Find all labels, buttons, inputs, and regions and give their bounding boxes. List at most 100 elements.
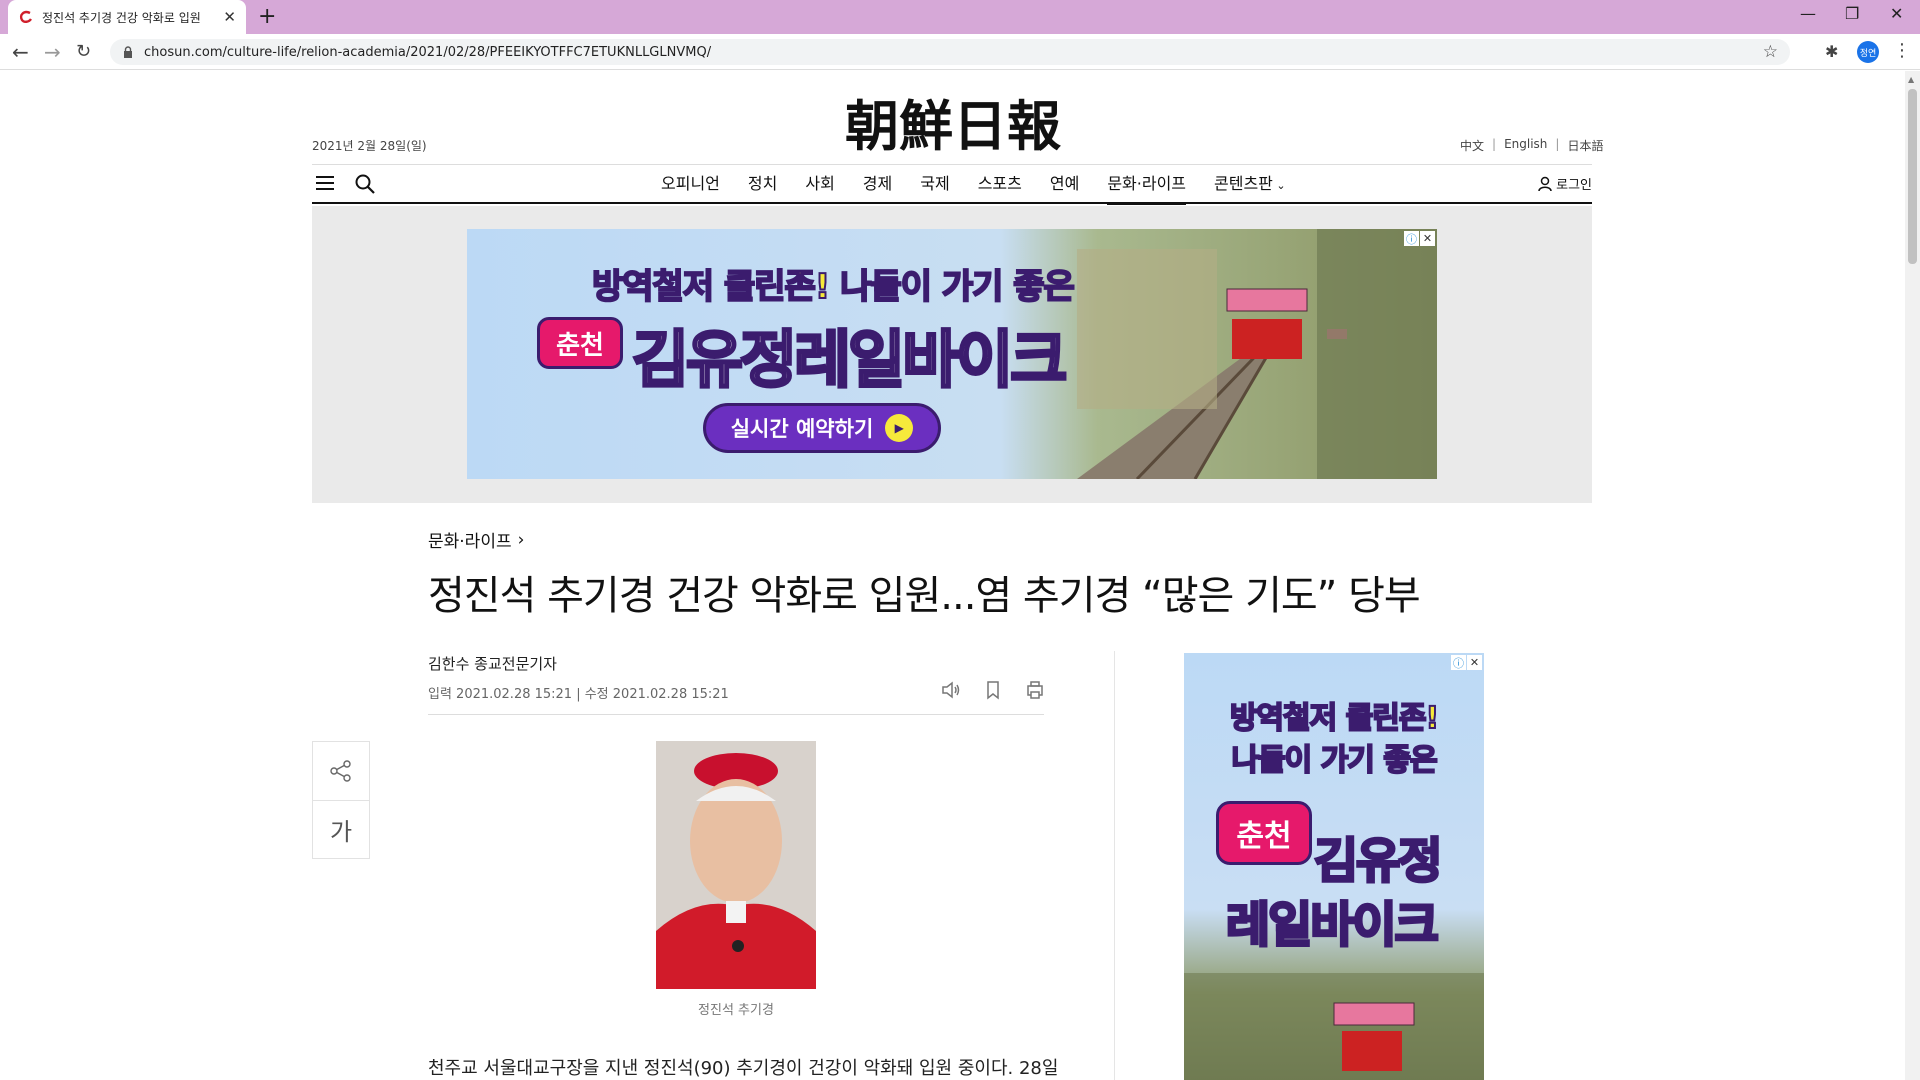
- article-body-paragraph: 천주교 서울대교구장을 지낸 정진석(90) 추기경이 건강이 악화돼 입원 중…: [428, 1058, 1059, 1079]
- share-icon: [330, 760, 351, 782]
- ad-railbike-image: [1077, 229, 1437, 479]
- chosun-ilbo-logo[interactable]: 朝鮮日報: [812, 91, 1094, 161]
- right-side-ad[interactable]: 방역철저 클린존! 나들이 가기 좋은 춘천 김유정 레일바이크 ⓘ ✕: [1184, 653, 1484, 1080]
- ad-city-badge: 춘천: [537, 317, 623, 369]
- ad-controls: ⓘ ✕: [1451, 655, 1482, 670]
- search-icon[interactable]: [354, 173, 376, 195]
- scrollbar-thumb[interactable]: [1908, 89, 1917, 264]
- nav-menu: 오피니언 정치 사회 경제 국제 스포츠 연예 문화·라이프 콘텐츠판 ⌄: [647, 165, 1300, 205]
- tab-title: 정진석 추기경 건강 악화로 입원: [42, 10, 201, 25]
- lang-japanese[interactable]: 日本語: [1567, 137, 1603, 154]
- nav-item-sports[interactable]: 스포츠: [964, 165, 1036, 203]
- top-ad-area: 방역철저 클린존! 나들이 가기 좋은 춘천 김유정레일바이크 실시간 예약하기…: [312, 206, 1592, 503]
- nav-item-contents[interactable]: 콘텐츠판 ⌄: [1200, 165, 1300, 203]
- window-close-icon[interactable]: ✕: [1890, 4, 1903, 23]
- ad-cta-label: 실시간 예약하기: [730, 417, 874, 441]
- browser-toolbar: ← → ↻ chosun.com/culture-life/relion-aca…: [0, 34, 1920, 70]
- lang-english[interactable]: English: [1504, 137, 1547, 154]
- right-ad-city-badge: 춘천: [1216, 801, 1312, 865]
- browser-tab[interactable]: 정진석 추기경 건강 악화로 입원 ✕: [8, 0, 246, 34]
- article-dates: 입력 2021.02.28 15:21 | 수정 2021.02.28 15:2…: [428, 687, 729, 702]
- chosun-favicon-icon: [19, 10, 32, 23]
- speaker-icon[interactable]: [940, 679, 962, 701]
- side-tools: 가: [312, 741, 370, 859]
- photo-caption: 정진석 추기경: [698, 1003, 774, 1018]
- article-byline[interactable]: 김한수 종교전문기자: [428, 653, 557, 674]
- divider: |: [1555, 137, 1560, 151]
- lock-icon: [124, 46, 132, 58]
- ad-text-highlight: 좋은: [1012, 266, 1076, 308]
- ad-text-highlight: 클린존!: [723, 266, 831, 308]
- ad-text: 방역철저: [1229, 700, 1346, 737]
- nav-item-entertainment[interactable]: 연예: [1036, 165, 1093, 203]
- right-ad-railbike-image: [1184, 973, 1484, 1080]
- article-headline: 정진석 추기경 건강 악화로 입원...염 추기경 “많은 기도” 당부: [428, 573, 1421, 619]
- login-label: 로그인: [1556, 178, 1592, 193]
- font-size-label: 가: [329, 818, 353, 846]
- adchoices-icon[interactable]: ⓘ: [1404, 231, 1419, 246]
- print-icon[interactable]: [1024, 679, 1046, 701]
- browser-menu-icon[interactable]: ⋮: [1893, 40, 1911, 61]
- address-bar[interactable]: chosun.com/culture-life/relion-academia/…: [110, 39, 1790, 65]
- restore-icon[interactable]: ❐: [1845, 4, 1859, 23]
- share-button[interactable]: [313, 742, 369, 800]
- ad-text: 나들이 가기: [829, 266, 1014, 308]
- nav-item-economy[interactable]: 경제: [849, 165, 906, 203]
- extensions-icon[interactable]: ✱: [1825, 42, 1838, 61]
- reload-icon[interactable]: ↻: [76, 41, 91, 62]
- ad-brand: 김유정레일바이크: [630, 322, 1068, 398]
- chevron-right-icon: ›: [517, 529, 525, 550]
- minimize-icon[interactable]: —: [1800, 4, 1816, 23]
- section-breadcrumb[interactable]: 문화·라이프 ›: [428, 527, 525, 553]
- divider: |: [1492, 137, 1497, 151]
- new-tab-icon[interactable]: +: [258, 4, 276, 29]
- language-links: 中文 | English | 日本語: [1460, 137, 1603, 154]
- page-scrollbar[interactable]: ▲: [1905, 71, 1920, 1080]
- ad-headline: 방역철저 클린존! 나들이 가기 좋은: [591, 259, 1076, 308]
- login-button[interactable]: 로그인: [1537, 174, 1592, 193]
- nav-item-culture-life[interactable]: 문화·라이프: [1093, 165, 1200, 205]
- ad-close-icon[interactable]: ✕: [1467, 655, 1482, 670]
- profile-avatar[interactable]: 정연: [1857, 41, 1879, 63]
- section-label: 문화·라이프: [428, 532, 512, 552]
- column-divider: [1114, 651, 1115, 1080]
- nav-item-opinion[interactable]: 오피니언: [647, 165, 734, 203]
- nav-item-society[interactable]: 사회: [791, 165, 848, 203]
- right-ad-line-1: 방역철저 클린존!: [1184, 693, 1484, 737]
- right-ad-brand-2: 레일바이크: [1225, 896, 1441, 955]
- ad-text: 방역철저: [591, 266, 724, 308]
- back-icon[interactable]: ←: [12, 40, 29, 64]
- nav-item-international[interactable]: 국제: [906, 165, 963, 203]
- forward-icon[interactable]: →: [44, 40, 61, 64]
- article-photo[interactable]: [656, 741, 816, 989]
- chevron-down-icon: ⌄: [1272, 179, 1286, 192]
- right-ad-brand-1: 김유정: [1312, 832, 1444, 891]
- divider: [428, 714, 1044, 715]
- bookmark-icon[interactable]: [982, 679, 1004, 701]
- adchoices-icon[interactable]: ⓘ: [1451, 655, 1466, 670]
- url-text: chosun.com/culture-life/relion-academia/…: [144, 44, 712, 60]
- right-ad-line-2: 나들이 가기 좋은: [1184, 735, 1484, 779]
- masthead-text: 朝鮮日報: [845, 94, 1061, 158]
- ad-text-highlight: 좋은: [1382, 742, 1438, 779]
- nav-item-contents-label: 콘텐츠판: [1214, 174, 1273, 193]
- user-icon: [1538, 176, 1552, 191]
- hamburger-menu-icon[interactable]: [316, 175, 334, 191]
- tab-close-icon[interactable]: ✕: [223, 8, 236, 26]
- ad-text-highlight: 클린존!: [1345, 700, 1441, 737]
- scroll-up-icon[interactable]: ▲: [1908, 75, 1914, 84]
- top-banner-ad[interactable]: 방역철저 클린존! 나들이 가기 좋은 춘천 김유정레일바이크 실시간 예약하기…: [467, 229, 1437, 479]
- ad-close-icon[interactable]: ✕: [1420, 231, 1435, 246]
- lang-chinese[interactable]: 中文: [1460, 137, 1484, 154]
- main-nav: 오피니언 정치 사회 경제 국제 스포츠 연예 문화·라이프 콘텐츠판 ⌄ 로그…: [312, 164, 1592, 205]
- font-size-button[interactable]: 가: [313, 800, 369, 858]
- article-tools: [940, 679, 1046, 701]
- nav-item-politics[interactable]: 정치: [734, 165, 791, 203]
- play-icon: ▶: [885, 414, 914, 442]
- cardinal-portrait-image: [656, 741, 816, 989]
- ad-controls: ⓘ ✕: [1404, 231, 1435, 246]
- ad-cta-button[interactable]: 실시간 예약하기 ▶: [703, 403, 941, 453]
- ad-text: 나들이 가기: [1230, 742, 1384, 779]
- bookmark-star-icon[interactable]: ☆: [1763, 42, 1778, 62]
- header-date: 2021년 2월 28일(일): [312, 139, 427, 153]
